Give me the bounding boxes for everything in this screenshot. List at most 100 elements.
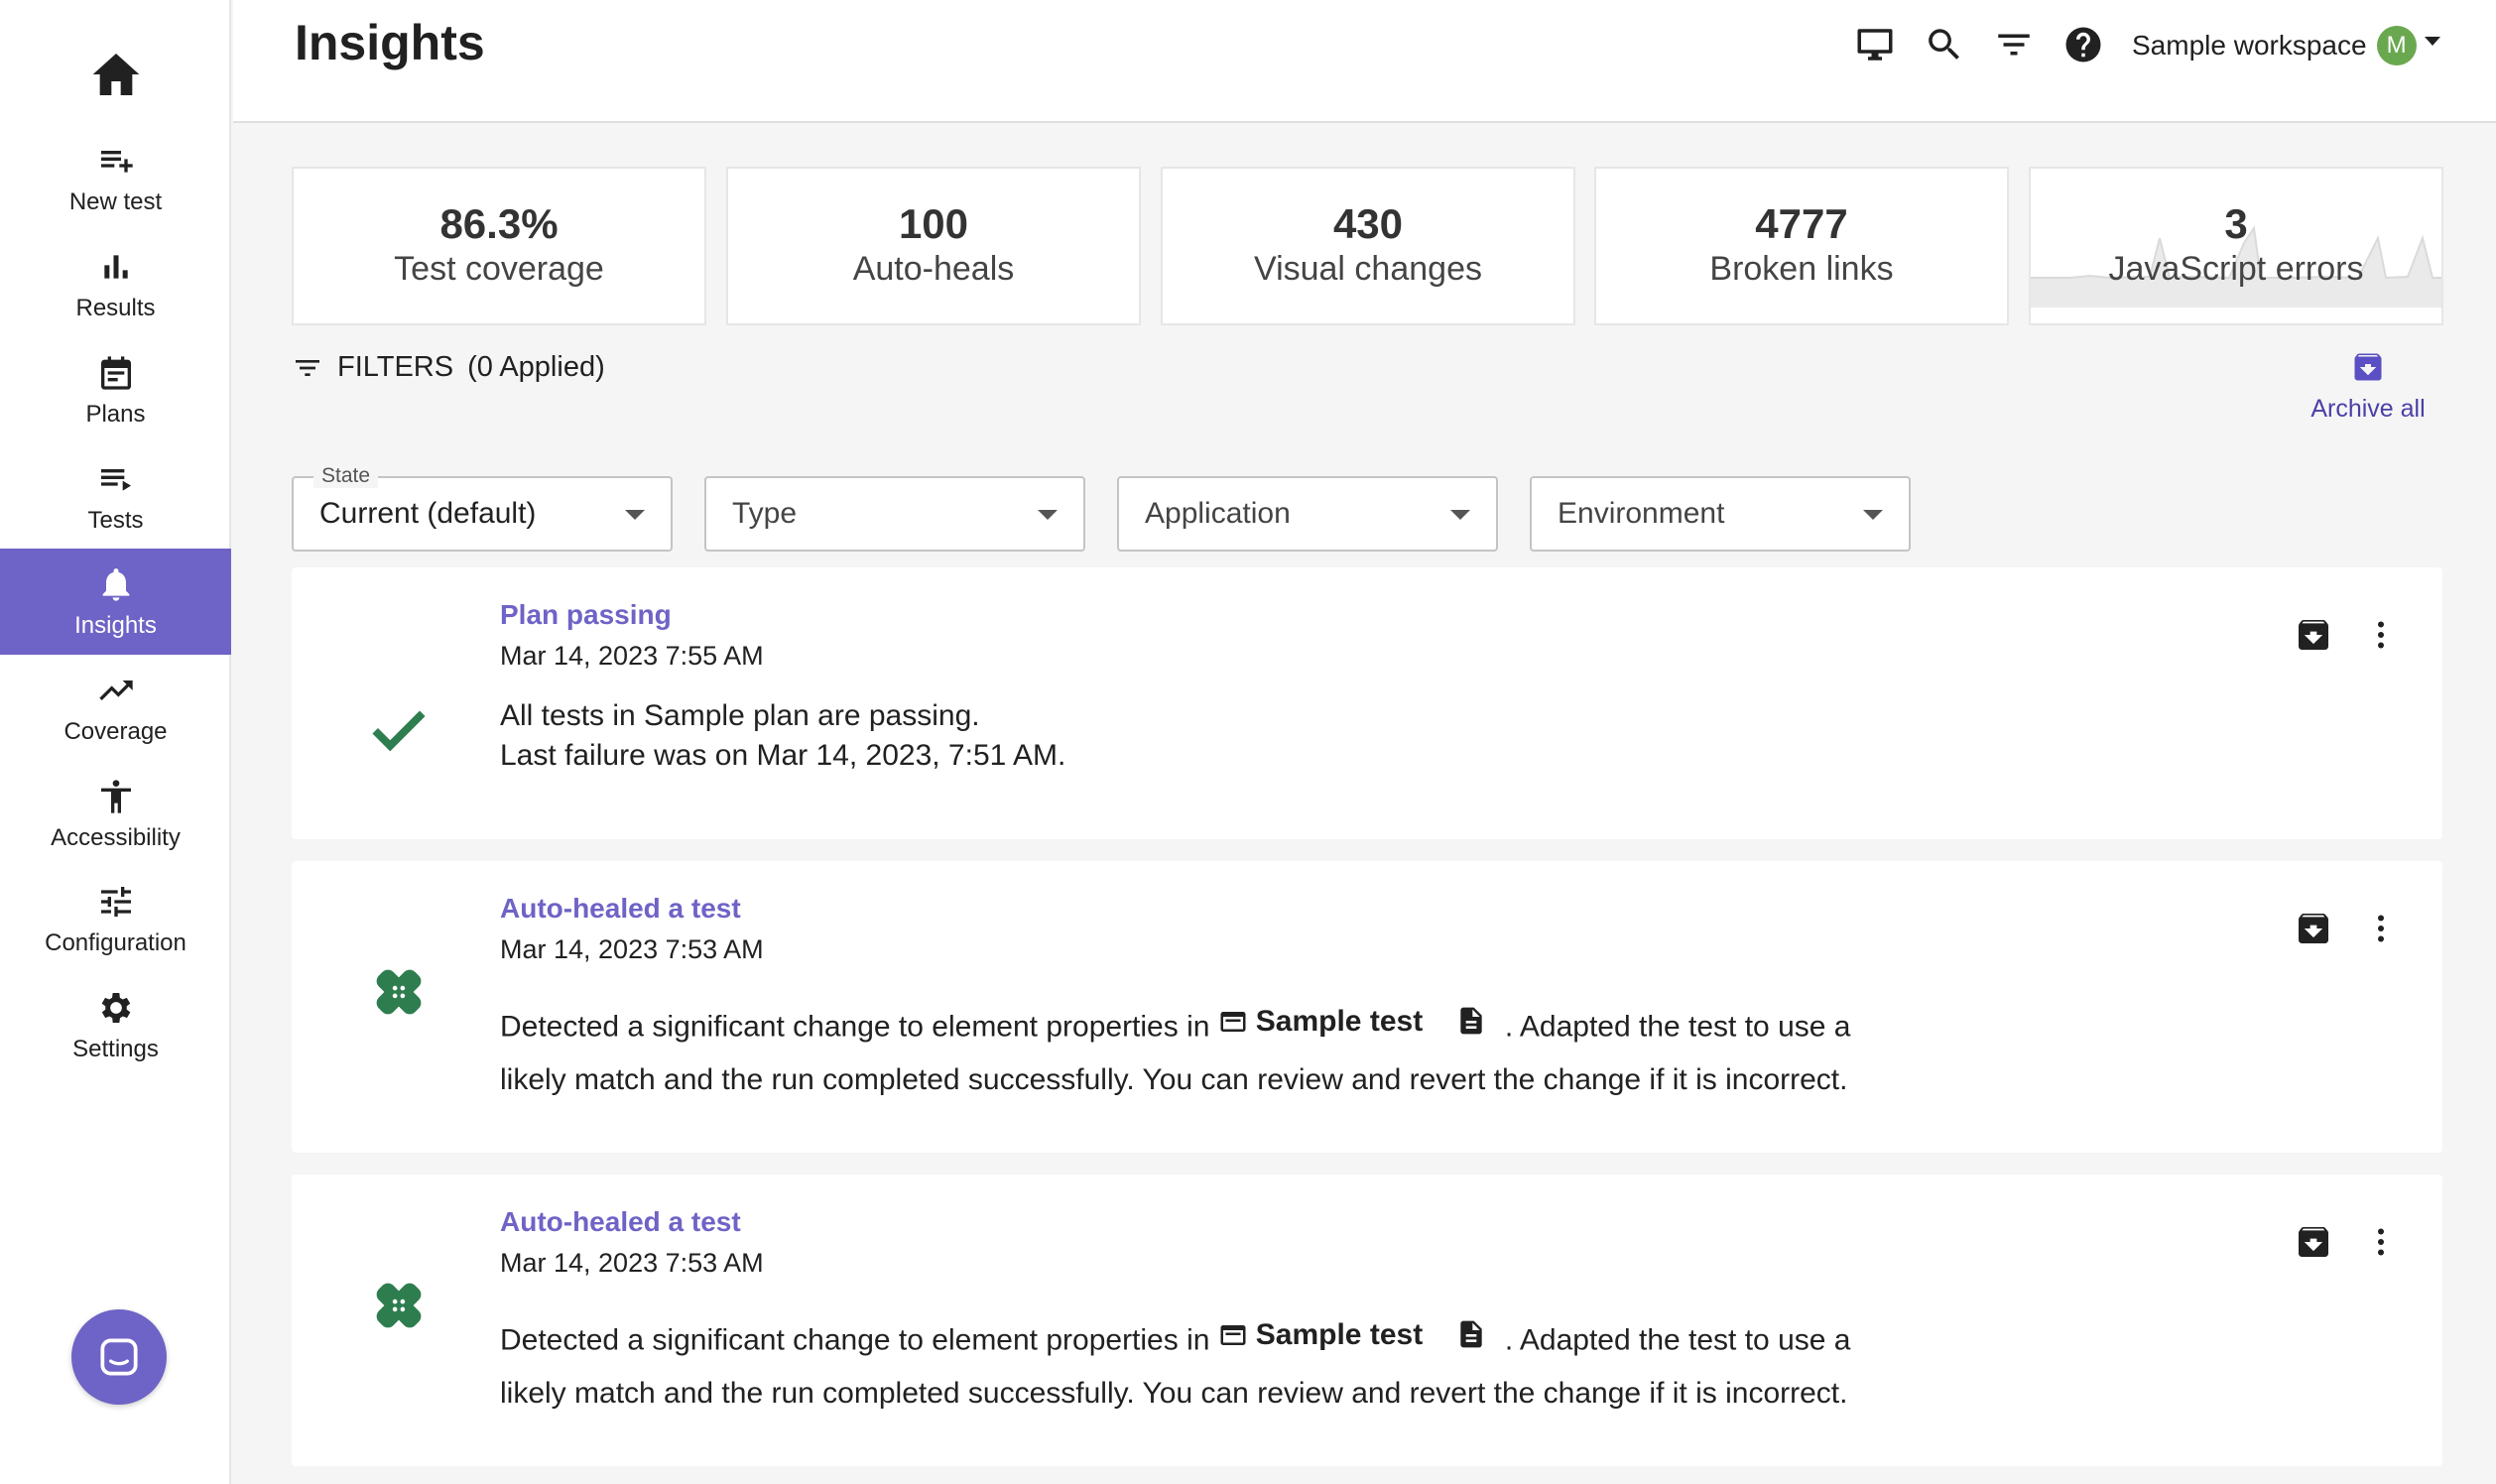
archive-button[interactable]: [2292, 613, 2335, 657]
test-name: Sample test: [1255, 1005, 1424, 1038]
stat-label: Test coverage: [394, 250, 604, 288]
check-icon: [363, 692, 435, 764]
document-icon[interactable]: [1455, 1003, 1487, 1054]
insight-body-line: Last failure was on Mar 14, 2023, 7:51 A…: [500, 739, 1066, 772]
insight-date: Mar 14, 2023 7:55 AM: [500, 641, 764, 671]
sidebar-item-label: Insights: [74, 611, 157, 639]
sidebar-item-results[interactable]: Results: [0, 231, 231, 337]
archive-all-button[interactable]: Archive all: [2304, 349, 2433, 424]
sidebar-item-insights[interactable]: Insights: [0, 549, 231, 655]
sidebar-item-label: Coverage: [63, 717, 168, 745]
sidebar-item-label: Results: [75, 294, 156, 321]
stat-card-visual-changes[interactable]: 430 Visual changes: [1161, 167, 1575, 325]
sidebar-item-label: Accessibility: [51, 823, 181, 851]
sidebar-item-label: Configuration: [45, 928, 187, 956]
insight-body-text: Detected a significant change to element…: [500, 1010, 1210, 1044]
state-select[interactable]: State Current (default): [292, 464, 673, 552]
stat-value: 430: [1332, 199, 1404, 247]
filters-label: FILTERS: [337, 351, 454, 383]
gear-icon: [101, 992, 130, 1023]
archive-all-label: Archive all: [2310, 395, 2426, 423]
document-icon[interactable]: [1455, 1316, 1487, 1368]
search-button[interactable]: [1922, 22, 1967, 67]
archive-icon: [2299, 1226, 2328, 1257]
caret-down-icon: [1863, 510, 1883, 520]
sidebar-item-new-test[interactable]: New test: [0, 125, 231, 231]
environment-select[interactable]: Environment: [1530, 476, 1911, 552]
chat-icon: [100, 1338, 138, 1376]
search-icon: [1929, 29, 1959, 60]
stat-card-test-coverage[interactable]: 86.3% Test coverage: [292, 167, 706, 325]
stat-card-broken-links[interactable]: 4777 Broken links: [1594, 167, 2009, 325]
application-select[interactable]: Application: [1117, 476, 1498, 552]
caret-down-icon: [1038, 510, 1058, 520]
bar-chart-icon: [103, 254, 128, 279]
list-icon: [100, 468, 131, 491]
caret-down-icon: [1450, 510, 1470, 520]
filter-icon: [296, 359, 319, 376]
stat-label: JavaScript errors: [2108, 250, 2364, 288]
more-menu-button[interactable]: [2361, 613, 2401, 657]
insight-body: All tests in Sample plan are passing. La…: [500, 696, 1065, 776]
tune-icon: [100, 886, 131, 917]
stat-value: 86.3%: [439, 199, 559, 247]
insight-body: Detected a significant change to element…: [500, 1309, 1889, 1419]
help-icon: [2065, 27, 2101, 62]
bandage-icon: [363, 956, 435, 1028]
stat-value: 4777: [1755, 199, 1848, 247]
insight-date: Mar 14, 2023 7:53 AM: [500, 934, 764, 964]
insight-card: Plan passing Mar 14, 2023 7:55 AM All te…: [292, 567, 2442, 839]
archive-icon: [2299, 913, 2328, 943]
filter-icon: [1998, 34, 2030, 56]
archive-icon: [2299, 619, 2328, 650]
sidebar: New test Results Plans Tests Insights Co…: [0, 0, 231, 1484]
caret-down-icon: [625, 510, 645, 520]
sidebar-item-label: Settings: [72, 1035, 159, 1062]
accessibility-icon: [100, 779, 131, 813]
state-select-label: State: [313, 464, 379, 488]
stat-card-javascript-errors[interactable]: 3 JavaScript errors: [2029, 167, 2443, 325]
archive-icon: [2354, 353, 2382, 381]
sidebar-item-label: Tests: [87, 506, 144, 534]
insight-body-text: Detected a significant change to element…: [500, 1323, 1210, 1357]
browser-window-icon: [1220, 1011, 1246, 1032]
stat-card-auto-heals[interactable]: 100 Auto-heals: [726, 167, 1141, 325]
insight-title[interactable]: Auto-healed a test: [500, 1206, 741, 1238]
insight-title[interactable]: Plan passing: [500, 599, 672, 631]
page-title: Insights: [295, 15, 485, 70]
insight-card: Auto-healed a test Mar 14, 2023 7:53 AM …: [292, 861, 2442, 1153]
insight-card: Auto-healed a test Mar 14, 2023 7:53 AM …: [292, 1175, 2442, 1466]
sidebar-item-coverage[interactable]: Coverage: [0, 655, 231, 761]
type-select[interactable]: Type: [704, 476, 1085, 552]
filters-toggle[interactable]: FILTERS (0 Applied): [292, 351, 605, 384]
insight-date: Mar 14, 2023 7:53 AM: [500, 1248, 764, 1278]
sidebar-item-plans[interactable]: Plans: [0, 337, 231, 443]
more-menu-button[interactable]: [2361, 907, 2401, 950]
insight-body: Detected a significant change to element…: [500, 996, 1889, 1105]
sidebar-item-configuration[interactable]: Configuration: [0, 866, 231, 972]
insight-title[interactable]: Auto-healed a test: [500, 893, 741, 925]
caret-down-icon: [2424, 36, 2440, 46]
browser-window-icon: [1220, 1324, 1246, 1345]
test-link[interactable]: Sample test: [1218, 1309, 1423, 1360]
sidebar-item-settings[interactable]: Settings: [0, 972, 231, 1078]
test-link[interactable]: Sample test: [1218, 996, 1423, 1047]
monitor-button[interactable]: [1852, 22, 1898, 67]
calendar-icon: [100, 355, 131, 390]
workspace-name: Sample workspace: [2132, 30, 2367, 61]
sidebar-item-label: New test: [68, 187, 163, 215]
chat-launcher-button[interactable]: [71, 1309, 167, 1405]
archive-button[interactable]: [2292, 1220, 2335, 1264]
archive-button[interactable]: [2292, 907, 2335, 950]
home-button[interactable]: [0, 40, 231, 109]
more-menu-button[interactable]: [2361, 1220, 2401, 1264]
sidebar-item-tests[interactable]: Tests: [0, 443, 231, 550]
sidebar-item-accessibility[interactable]: Accessibility: [0, 761, 231, 867]
filter-button[interactable]: [1991, 22, 2037, 67]
home-icon: [92, 54, 139, 95]
bandage-icon: [363, 1270, 435, 1341]
workspace-switcher[interactable]: Sample workspace M: [2132, 24, 2440, 67]
help-button[interactable]: [2060, 22, 2106, 67]
stat-value: 3: [2224, 199, 2248, 247]
test-name: Sample test: [1255, 1318, 1424, 1351]
